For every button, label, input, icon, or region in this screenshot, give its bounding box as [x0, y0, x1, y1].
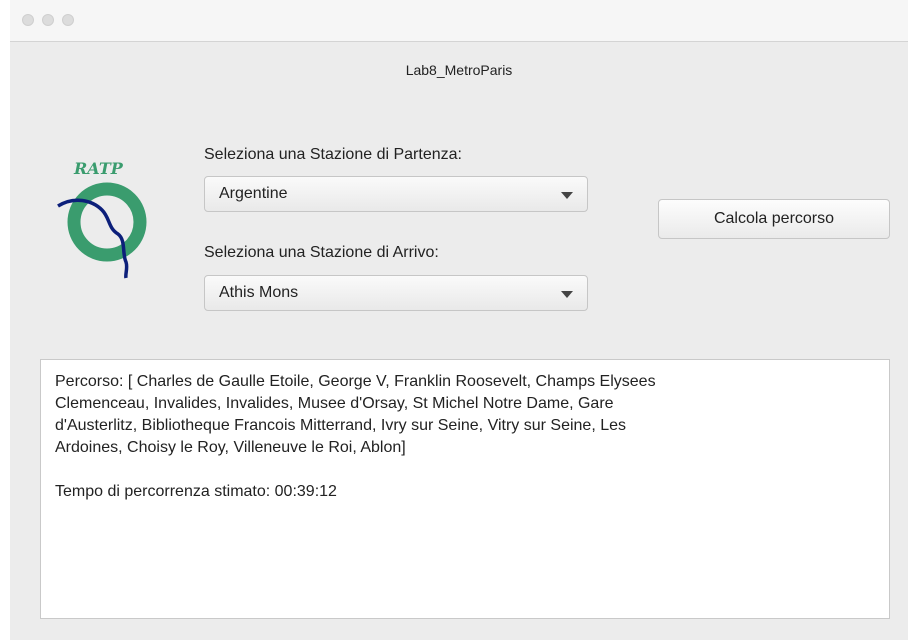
window-title: Lab8_MetroParis	[405, 62, 513, 78]
title-bar	[10, 0, 908, 42]
ratp-logo: RATP	[52, 150, 162, 280]
minimize-window-button[interactable]	[42, 14, 54, 26]
departure-selected-value: Argentine	[219, 185, 288, 202]
arrival-selected-value: Athis Mons	[219, 284, 299, 301]
logo-ring-icon	[67, 182, 147, 262]
chevron-down-icon	[561, 291, 573, 298]
ratp-logo-text: RATP	[73, 159, 124, 178]
app-window: Lab8_MetroParis RATP Seleziona una Stazi…	[10, 0, 908, 640]
departure-select[interactable]: Argentine	[204, 176, 588, 212]
close-window-button[interactable]	[22, 14, 34, 26]
seine-river-icon	[57, 198, 129, 279]
arrival-label: Seleziona una Stazione di Arrivo:	[204, 244, 439, 261]
arrival-select[interactable]: Athis Mons	[204, 275, 588, 311]
departure-label: Seleziona una Stazione di Partenza:	[204, 146, 462, 163]
zoom-window-button[interactable]	[62, 14, 74, 26]
calculate-route-button[interactable]: Calcola percorso	[658, 199, 890, 239]
result-text-area[interactable]: Percorso: [ Charles de Gaulle Etoile, Ge…	[40, 359, 890, 619]
ratp-logo-graphic: RATP	[57, 159, 147, 279]
chevron-down-icon	[561, 192, 573, 199]
